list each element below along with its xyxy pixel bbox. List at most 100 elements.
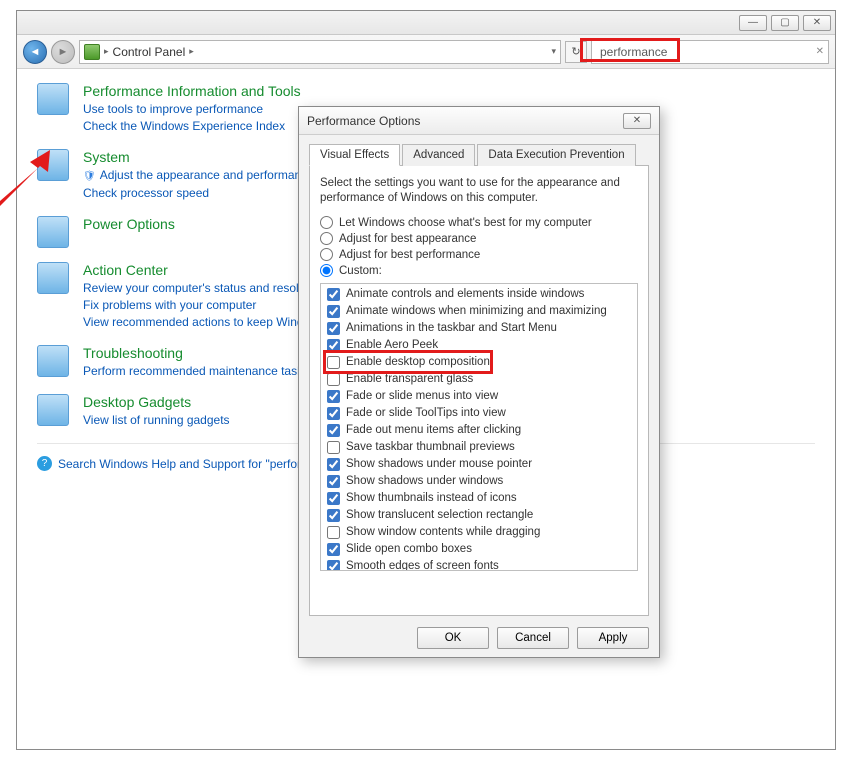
category-icon bbox=[37, 216, 69, 248]
dialog-titlebar: Performance Options ✕ bbox=[299, 107, 659, 135]
option-checkbox[interactable] bbox=[327, 339, 340, 352]
tab-visual-effects: Select the settings you want to use for … bbox=[309, 166, 649, 616]
visual-effect-option[interactable]: Enable transparent glass bbox=[321, 371, 637, 388]
option-checkbox[interactable] bbox=[327, 407, 340, 420]
option-checkbox[interactable] bbox=[327, 509, 340, 522]
chevron-icon: ▸ bbox=[189, 46, 194, 57]
option-label: Slide open combo boxes bbox=[346, 542, 472, 557]
tab-advanced[interactable]: Advanced bbox=[402, 144, 475, 166]
help-icon: ? bbox=[37, 456, 52, 471]
clear-search-icon[interactable]: ✕ bbox=[816, 46, 824, 57]
close-button[interactable]: ✕ bbox=[803, 15, 831, 31]
option-label: Fade or slide ToolTips into view bbox=[346, 406, 506, 421]
ok-button[interactable]: OK bbox=[417, 627, 489, 649]
option-label: Show window contents while dragging bbox=[346, 525, 540, 540]
option-checkbox[interactable] bbox=[327, 560, 340, 571]
tabstrip: Visual EffectsAdvancedData Execution Pre… bbox=[309, 143, 649, 166]
visual-effect-option[interactable]: Enable Aero Peek bbox=[321, 337, 637, 354]
tab-visual-effects[interactable]: Visual Effects bbox=[309, 144, 400, 166]
visual-effect-option[interactable]: Fade or slide menus into view bbox=[321, 388, 637, 405]
option-checkbox[interactable] bbox=[327, 288, 340, 301]
visual-effect-option[interactable]: Slide open combo boxes bbox=[321, 541, 637, 558]
visual-effect-option[interactable]: Show shadows under mouse pointer bbox=[321, 456, 637, 473]
refresh-button[interactable]: ↻ bbox=[565, 41, 587, 63]
visual-effect-option[interactable]: Fade or slide ToolTips into view bbox=[321, 405, 637, 422]
category-icon bbox=[37, 149, 69, 181]
option-checkbox[interactable] bbox=[327, 492, 340, 505]
visual-effect-option[interactable]: Show translucent selection rectangle bbox=[321, 507, 637, 524]
visual-effect-option[interactable]: Show shadows under windows bbox=[321, 473, 637, 490]
search-box[interactable]: ✕ bbox=[591, 40, 829, 64]
option-checkbox[interactable] bbox=[327, 424, 340, 437]
option-checkbox[interactable] bbox=[327, 322, 340, 335]
titlebar: — ▢ ✕ bbox=[17, 11, 835, 35]
option-checkbox[interactable] bbox=[327, 526, 340, 539]
search-input[interactable] bbox=[598, 44, 806, 60]
radio-option[interactable]: Adjust for best performance bbox=[320, 248, 638, 261]
radio-label: Adjust for best performance bbox=[339, 249, 480, 261]
option-label: Show shadows under windows bbox=[346, 474, 503, 489]
option-checkbox[interactable] bbox=[327, 458, 340, 471]
intro-text: Select the settings you want to use for … bbox=[320, 176, 638, 206]
radio-option[interactable]: Let Windows choose what's best for my co… bbox=[320, 216, 638, 229]
option-checkbox[interactable] bbox=[327, 373, 340, 386]
option-label: Enable transparent glass bbox=[346, 372, 473, 387]
category-icon bbox=[37, 262, 69, 294]
radio-option[interactable]: Custom: bbox=[320, 264, 638, 277]
minimize-button[interactable]: — bbox=[739, 15, 767, 31]
option-checkbox[interactable] bbox=[327, 475, 340, 488]
option-label: Save taskbar thumbnail previews bbox=[346, 440, 515, 455]
option-label: Fade or slide menus into view bbox=[346, 389, 498, 404]
radio-input[interactable] bbox=[320, 264, 333, 277]
radio-input[interactable] bbox=[320, 248, 333, 261]
option-checkbox[interactable] bbox=[327, 305, 340, 318]
breadcrumb[interactable]: ▸ Control Panel ▸ ▾ bbox=[79, 40, 561, 64]
dropdown-icon[interactable]: ▾ bbox=[551, 46, 556, 57]
category-icon bbox=[37, 83, 69, 115]
option-label: Smooth edges of screen fonts bbox=[346, 559, 499, 571]
back-button[interactable]: ◄ bbox=[23, 40, 47, 64]
radio-label: Let Windows choose what's best for my co… bbox=[339, 217, 592, 229]
tab-data-execution-prevention[interactable]: Data Execution Prevention bbox=[477, 144, 635, 166]
control-panel-icon bbox=[84, 44, 100, 60]
option-label: Show translucent selection rectangle bbox=[346, 508, 533, 523]
option-label: Show shadows under mouse pointer bbox=[346, 457, 532, 472]
result-title[interactable]: Performance Information and Tools bbox=[83, 83, 815, 99]
address-bar: ◄ ► ▸ Control Panel ▸ ▾ ↻ ✕ bbox=[17, 35, 835, 69]
visual-effect-option[interactable]: Animate windows when minimizing and maxi… bbox=[321, 303, 637, 320]
option-label: Animations in the taskbar and Start Menu bbox=[346, 321, 557, 336]
radio-option[interactable]: Adjust for best appearance bbox=[320, 232, 638, 245]
radio-input[interactable] bbox=[320, 216, 333, 229]
dialog-body: Visual EffectsAdvancedData Execution Pre… bbox=[299, 135, 659, 622]
visual-effect-option[interactable]: Smooth edges of screen fonts bbox=[321, 558, 637, 571]
option-checkbox[interactable] bbox=[327, 356, 340, 369]
breadcrumb-root[interactable]: Control Panel bbox=[113, 45, 186, 59]
dialog-buttons: OK Cancel Apply bbox=[417, 627, 649, 649]
visual-effect-option[interactable]: Fade out menu items after clicking bbox=[321, 422, 637, 439]
option-checkbox[interactable] bbox=[327, 441, 340, 454]
visual-effects-list[interactable]: Animate controls and elements inside win… bbox=[320, 283, 638, 571]
visual-effect-option[interactable]: Save taskbar thumbnail previews bbox=[321, 439, 637, 456]
maximize-button[interactable]: ▢ bbox=[771, 15, 799, 31]
visual-effect-option[interactable]: Enable desktop composition bbox=[321, 354, 637, 371]
radio-input[interactable] bbox=[320, 232, 333, 245]
dialog-title: Performance Options bbox=[307, 114, 420, 128]
category-icon bbox=[37, 394, 69, 426]
visual-effect-option[interactable]: Show window contents while dragging bbox=[321, 524, 637, 541]
visual-effect-option[interactable]: Show thumbnails instead of icons bbox=[321, 490, 637, 507]
option-checkbox[interactable] bbox=[327, 543, 340, 556]
option-checkbox[interactable] bbox=[327, 390, 340, 403]
option-label: Fade out menu items after clicking bbox=[346, 423, 521, 438]
cancel-button[interactable]: Cancel bbox=[497, 627, 569, 649]
visual-effect-option[interactable]: Animate controls and elements inside win… bbox=[321, 286, 637, 303]
apply-button[interactable]: Apply bbox=[577, 627, 649, 649]
radio-label: Adjust for best appearance bbox=[339, 233, 476, 245]
radio-label: Custom: bbox=[339, 265, 382, 277]
chevron-icon: ▸ bbox=[104, 46, 109, 57]
visual-effect-option[interactable]: Animations in the taskbar and Start Menu bbox=[321, 320, 637, 337]
forward-button[interactable]: ► bbox=[51, 40, 75, 64]
category-icon bbox=[37, 345, 69, 377]
option-label: Animate controls and elements inside win… bbox=[346, 287, 584, 302]
dialog-close-button[interactable]: ✕ bbox=[623, 113, 651, 129]
option-label: Enable Aero Peek bbox=[346, 338, 438, 353]
